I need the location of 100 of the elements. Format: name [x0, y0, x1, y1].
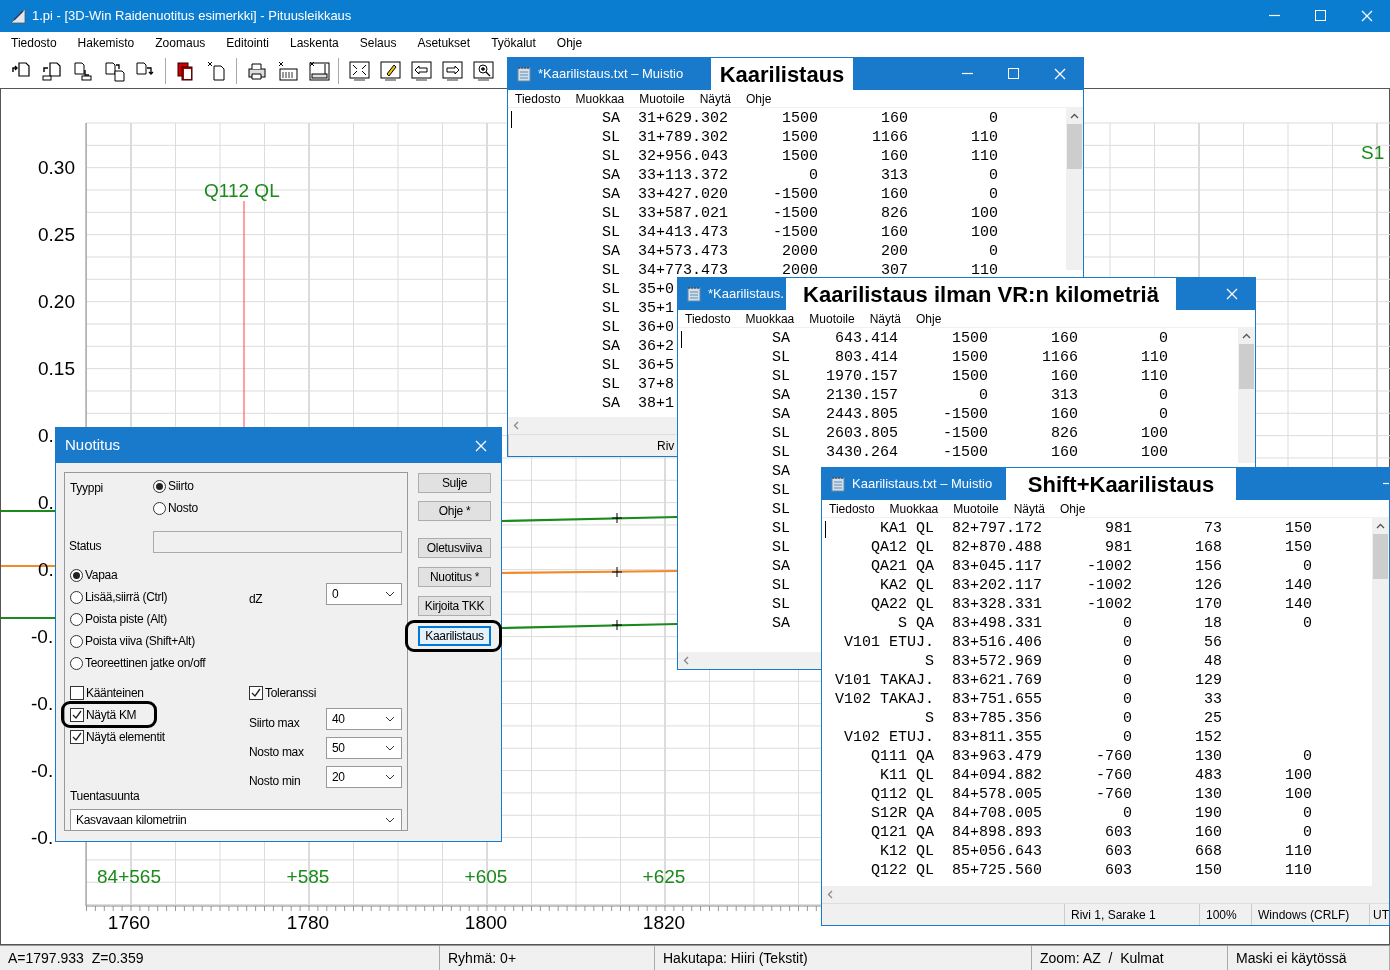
- frame-icon: [307, 60, 330, 82]
- menu-item[interactable]: Zoomaus: [155, 34, 206, 52]
- list-value: 0: [1122, 690, 1132, 709]
- checkbox-option[interactable]: Näytä elementit: [70, 728, 165, 746]
- toolbar-button[interactable]: [347, 59, 370, 83]
- list-value: 110: [1284, 861, 1312, 880]
- list-value: 25: [1203, 709, 1222, 728]
- scrollbar-thumb[interactable]: [1373, 534, 1388, 579]
- horizontal-scrollbar[interactable]: [822, 886, 1389, 903]
- checkbox[interactable]: [70, 686, 84, 700]
- menu-item[interactable]: Muotoile: [953, 499, 999, 518]
- km-label: +585: [285, 866, 331, 888]
- menu-item[interactable]: Laskenta: [290, 34, 339, 52]
- menu-item[interactable]: Ohje: [746, 89, 772, 108]
- menu-item[interactable]: Muokkaa: [745, 309, 795, 328]
- dialog-title: Nuotitus: [65, 435, 121, 456]
- status-field[interactable]: [153, 531, 402, 553]
- dialog-button[interactable]: Oletusviiva: [418, 538, 491, 558]
- checkbox-label: Toleranssi: [265, 685, 317, 702]
- menu-item[interactable]: Näytä: [699, 89, 731, 108]
- list-value: 1166: [1041, 348, 1078, 367]
- status-field: Windows (CRLF): [1251, 904, 1369, 925]
- checkbox-option[interactable]: Näytä KM: [70, 706, 137, 724]
- checkbox[interactable]: [70, 708, 84, 722]
- check-icon: [251, 688, 261, 698]
- menu-item[interactable]: Asetukset: [417, 34, 471, 52]
- list-value: SL: [601, 147, 620, 166]
- vertical-scrollbar[interactable]: [1238, 328, 1255, 463]
- menu-item[interactable]: Muokkaa: [575, 89, 625, 108]
- chevron-down-icon: [385, 745, 395, 751]
- horizontal-scrollbar[interactable]: [678, 652, 821, 669]
- checkbox-option[interactable]: Toleranssi: [249, 684, 317, 702]
- menu-item[interactable]: Näytä: [1013, 499, 1045, 518]
- checkbox[interactable]: [249, 686, 263, 700]
- menu-item[interactable]: Hakemisto: [77, 34, 135, 52]
- horizontal-scrollbar[interactable]: [508, 417, 677, 434]
- dialog-button[interactable]: Sulje: [418, 473, 491, 493]
- dropdown-value: 50: [332, 740, 346, 757]
- radio-option[interactable]: Poista piste (Alt): [70, 610, 167, 628]
- menu-item[interactable]: Näytä: [869, 309, 901, 328]
- menu-item[interactable]: Editointi: [226, 34, 269, 52]
- dialog-button[interactable]: Kirjoita TKK: [418, 596, 491, 616]
- menu-item[interactable]: Tiedosto: [11, 34, 57, 52]
- toolbar-button[interactable]: [307, 59, 330, 83]
- toolbar-button[interactable]: [72, 59, 95, 83]
- radio-option[interactable]: Poista viiva (Shift+Alt): [70, 632, 195, 650]
- menu-item[interactable]: Ohje: [916, 309, 942, 328]
- dropdown[interactable]: 20: [326, 766, 402, 788]
- list-value: 160: [880, 223, 908, 242]
- radio-option[interactable]: Vapaa: [70, 566, 118, 584]
- list-value: 83+811.355: [952, 728, 1042, 747]
- list-value: 0: [978, 386, 988, 405]
- list-value: SA: [601, 185, 620, 204]
- axis-label: 1760: [106, 912, 152, 934]
- scroll-left-icon: [513, 421, 519, 430]
- toolbar-button[interactable]: [409, 59, 432, 83]
- dialog-button[interactable]: Nuotitus *: [418, 567, 491, 587]
- list-value: 83+328.331: [952, 595, 1042, 614]
- list-value: -1500: [942, 405, 988, 424]
- toolbar-button[interactable]: [276, 59, 299, 83]
- menu-item[interactable]: Ohje: [556, 34, 583, 52]
- menu-item[interactable]: Tiedosto: [685, 309, 731, 328]
- radio-option[interactable]: Teoreettinen jatke on/off: [70, 654, 206, 672]
- radio-option[interactable]: Nosto: [153, 499, 198, 517]
- vertical-scrollbar[interactable]: [1066, 108, 1083, 270]
- checkbox-option[interactable]: Käänteinen: [70, 684, 144, 702]
- toolbar-button[interactable]: [378, 59, 401, 83]
- toolbar-button[interactable]: [440, 59, 463, 83]
- toolbar-button[interactable]: [103, 59, 126, 83]
- menu-item[interactable]: Muotoile: [639, 89, 685, 108]
- list-value: 48: [1203, 652, 1222, 671]
- menu-item[interactable]: Työkalut: [491, 34, 536, 52]
- radio-option[interactable]: Siirto: [153, 477, 194, 495]
- menu-item[interactable]: Tiedosto: [829, 499, 875, 518]
- menu-item[interactable]: Selaus: [359, 34, 397, 52]
- menu-item[interactable]: Muotoile: [809, 309, 855, 328]
- toolbar-button[interactable]: [205, 59, 228, 83]
- scroll-left-icon: [683, 656, 689, 665]
- dialog-button[interactable]: Ohje *: [418, 501, 491, 521]
- radio-label: Lisää,siirrä (Ctrl): [85, 589, 168, 606]
- menu-item[interactable]: Ohje: [1060, 499, 1086, 518]
- menu-item[interactable]: Muokkaa: [889, 499, 939, 518]
- dropdown[interactable]: Kasvavaan kilometriin: [70, 809, 402, 831]
- vertical-scrollbar[interactable]: [1372, 518, 1389, 886]
- list-value: 160: [1050, 443, 1078, 462]
- toolbar-button[interactable]: [471, 59, 494, 83]
- checkbox[interactable]: [70, 730, 84, 744]
- list-value: 0: [1158, 329, 1168, 348]
- dialog-button[interactable]: Kaarilistaus: [418, 626, 491, 646]
- dropdown[interactable]: 50: [326, 737, 402, 759]
- radio-option[interactable]: Lisää,siirrä (Ctrl): [70, 588, 168, 606]
- toolbar-button[interactable]: [41, 59, 64, 83]
- scrollbar-thumb[interactable]: [1067, 124, 1082, 169]
- scrollbar-thumb[interactable]: [1239, 344, 1254, 389]
- status-field: Zoom: AZ / Kulmat: [1032, 946, 1228, 970]
- menu-item[interactable]: Tiedosto: [515, 89, 561, 108]
- dropdown[interactable]: 40: [326, 708, 402, 730]
- list-value: 100: [1140, 443, 1168, 462]
- radio-label: Poista viiva (Shift+Alt): [85, 633, 195, 650]
- dropdown[interactable]: 0: [326, 583, 402, 605]
